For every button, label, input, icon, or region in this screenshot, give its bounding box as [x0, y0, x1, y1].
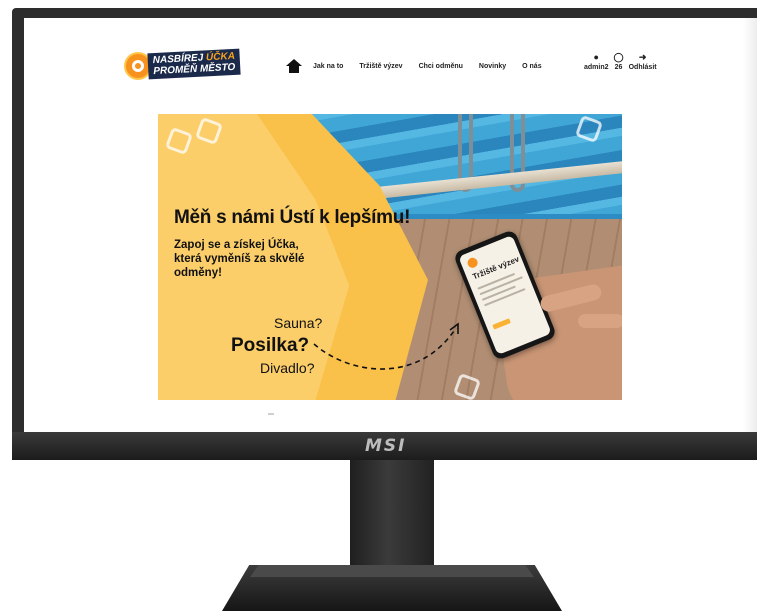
nav-item-jak-na-to[interactable]: Jak na to: [307, 58, 343, 73]
hero-banner[interactable]: Měň s námi Ústí k lepšímu! Zapoj se a zí…: [158, 114, 622, 400]
monitor-brand-logo: MSI: [365, 436, 407, 456]
logout-link[interactable]: ➜ Odhlásit: [629, 52, 657, 71]
user-profile-link[interactable]: ● admin2: [584, 52, 609, 71]
phone-screen-title: Tržiště výzev: [471, 254, 521, 282]
monitor-stand-base-top: [250, 565, 534, 577]
phone-logo-icon: [466, 256, 480, 270]
points-value: 26: [614, 64, 623, 71]
phone-button: [492, 318, 511, 330]
nav-item-novinky[interactable]: Novinky: [473, 58, 506, 73]
hero-question-divadlo: Divadlo?: [260, 360, 315, 376]
home-icon[interactable]: [286, 59, 302, 73]
hero-subtitle: Zapoj se a získej Účka, která vyměníš za…: [174, 239, 305, 279]
username-label: admin2: [584, 64, 609, 71]
carousel-indicator[interactable]: [268, 413, 274, 415]
site-logo[interactable]: NASBÍREJ ÚČKA PROMĚŇ MĚSTO: [124, 48, 249, 84]
logout-icon: ➜: [638, 52, 647, 62]
hand-finger: [578, 314, 622, 328]
points-indicator[interactable]: ◯ 26: [614, 52, 624, 71]
nav-item-trziste-vyzev[interactable]: Tržiště výzev: [354, 58, 403, 73]
monitor-screen: NASBÍREJ ÚČKA PROMĚŇ MĚSTO Jak na to Trž…: [24, 18, 757, 432]
screen-edge-shading: [743, 18, 757, 432]
hero-question-posilka: Posilka?: [231, 335, 310, 356]
main-nav: Jak na to Tržiště výzev Chci odměnu Novi…: [286, 56, 556, 76]
hero-headline: Měň s námi Ústí k lepšímu!: [174, 207, 411, 228]
monitor-stand-neck: [350, 460, 434, 575]
user-area: ● admin2 ◯ 26 ➜ Odhlásit: [584, 52, 657, 71]
logout-label: Odhlásit: [628, 64, 657, 71]
logo-text: NASBÍREJ ÚČKA PROMĚŇ MĚSTO: [147, 48, 241, 80]
dashed-arrow-icon: [313, 322, 459, 370]
nav-item-chci-odmenu[interactable]: Chci odměnu: [413, 58, 463, 73]
nav-item-o-nas[interactable]: O nás: [517, 58, 542, 73]
user-icon: ●: [593, 52, 599, 62]
award-icon: ◯: [613, 52, 624, 62]
